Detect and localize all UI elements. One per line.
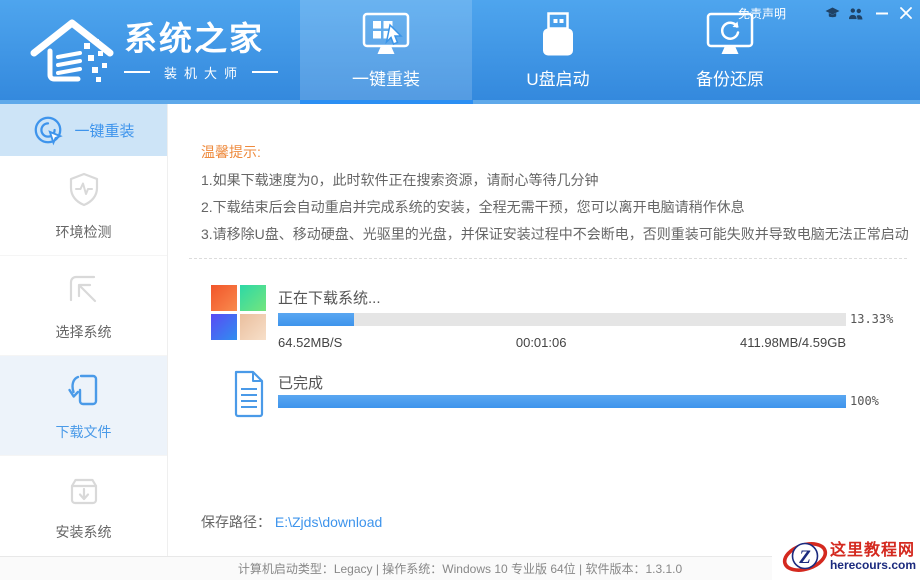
download-stats: 64.52MB/S 00:01:06 411.98MB/4.59GB bbox=[278, 335, 846, 350]
user-group-icon[interactable] bbox=[848, 6, 864, 20]
sidebar-item-label: 一键重装 bbox=[74, 120, 134, 141]
usb-drive-icon bbox=[532, 7, 584, 63]
sidebar-item-label: 下载文件 bbox=[56, 422, 112, 442]
download-size: 411.98MB/4.59GB bbox=[740, 335, 846, 350]
header: 系统之家 装机大师 bbox=[0, 0, 920, 100]
download-file-icon bbox=[64, 370, 104, 410]
download-status-label: 正在下载系统... bbox=[278, 287, 381, 308]
install-box-icon bbox=[64, 470, 104, 510]
sidebar: 一键重装 环境检测 选择系统 下载文件 bbox=[0, 104, 168, 556]
download-percent: 13.33% bbox=[850, 312, 893, 326]
save-path-row: 保存路径： E:\Zjds\download bbox=[201, 512, 382, 532]
download-elapsed: 00:01:06 bbox=[516, 335, 567, 350]
download-speed: 64.52MB/S bbox=[278, 335, 342, 350]
titlebar-controls: 免责声明 bbox=[738, 5, 914, 21]
brand-logo: 系统之家 装机大师 bbox=[26, 6, 296, 94]
watermark-z-logo-icon: Z bbox=[782, 536, 828, 578]
document-icon bbox=[233, 370, 265, 418]
sidebar-item-install-system[interactable]: 安装系统 bbox=[0, 456, 167, 556]
service-hat-icon[interactable] bbox=[824, 6, 840, 20]
dashed-divider bbox=[189, 258, 907, 259]
disclaimer-link[interactable]: 免责声明 bbox=[738, 5, 786, 22]
tab-usb-boot[interactable]: U盘启动 bbox=[472, 0, 644, 100]
monitor-windows-icon bbox=[360, 7, 412, 63]
tab-label: 备份还原 bbox=[696, 65, 764, 90]
windows-logo-icon bbox=[211, 285, 266, 340]
select-cursor-icon bbox=[64, 270, 104, 310]
main-content: 温馨提示: 1.如果下载速度为0，此时软件正在搜索资源，请耐心等待几分钟 2.下… bbox=[169, 104, 920, 556]
tip-line: 1.如果下载速度为0，此时软件正在搜索资源，请耐心等待几分钟 bbox=[201, 170, 598, 190]
download-progress-bar bbox=[278, 313, 846, 326]
svg-text:Z: Z bbox=[798, 547, 811, 568]
app-window: 系统之家 装机大师 bbox=[0, 0, 920, 580]
watermark-domain: herecours.com bbox=[830, 559, 916, 572]
sidebar-item-label: 安装系统 bbox=[56, 522, 112, 542]
tab-onekey-reinstall[interactable]: 一键重装 bbox=[300, 0, 472, 100]
completed-label: 已完成 bbox=[278, 372, 323, 393]
sidebar-item-onekey-reinstall[interactable]: 一键重装 bbox=[0, 104, 167, 156]
sidebar-item-env-check[interactable]: 环境检测 bbox=[0, 156, 167, 256]
sidebar-item-label: 选择系统 bbox=[56, 322, 112, 342]
house-logo-icon bbox=[26, 13, 118, 87]
brand-name: 系统之家 bbox=[124, 19, 278, 59]
watermark-name: 这里教程网 bbox=[830, 542, 916, 560]
completed-percent: 100% bbox=[850, 394, 879, 408]
status-bar-text: 计算机启动类型：Legacy | 操作系统：Windows 10 专业版 64位… bbox=[238, 560, 682, 577]
tab-label: U盘启动 bbox=[526, 65, 589, 90]
close-icon[interactable] bbox=[898, 6, 914, 20]
sidebar-item-label: 环境检测 bbox=[56, 222, 112, 242]
tip-line: 3.请移除U盘、移动硬盘、光驱里的光盘，并保证安装过程中不会断电，否则重装可能失… bbox=[201, 224, 909, 244]
tab-label: 一键重装 bbox=[352, 65, 420, 90]
tips-title: 温馨提示: bbox=[201, 142, 261, 162]
save-path-label: 保存路径： bbox=[201, 514, 271, 530]
sidebar-item-download-file[interactable]: 下载文件 bbox=[0, 356, 167, 456]
watermark: Z 这里教程网 herecours.com bbox=[772, 534, 920, 580]
shield-pulse-icon bbox=[64, 170, 104, 210]
minimize-icon[interactable] bbox=[874, 6, 890, 20]
sidebar-item-select-system[interactable]: 选择系统 bbox=[0, 256, 167, 356]
tip-line: 2.下载结束后会自动重启并完成系统的安装，全程无需干预，您可以离开电脑请稍作休息 bbox=[201, 197, 745, 217]
save-path-link[interactable]: E:\Zjds\download bbox=[275, 514, 382, 530]
completed-progress-bar bbox=[278, 395, 846, 408]
onekey-target-icon bbox=[32, 114, 64, 146]
brand-subtitle: 装机大师 bbox=[124, 63, 278, 82]
